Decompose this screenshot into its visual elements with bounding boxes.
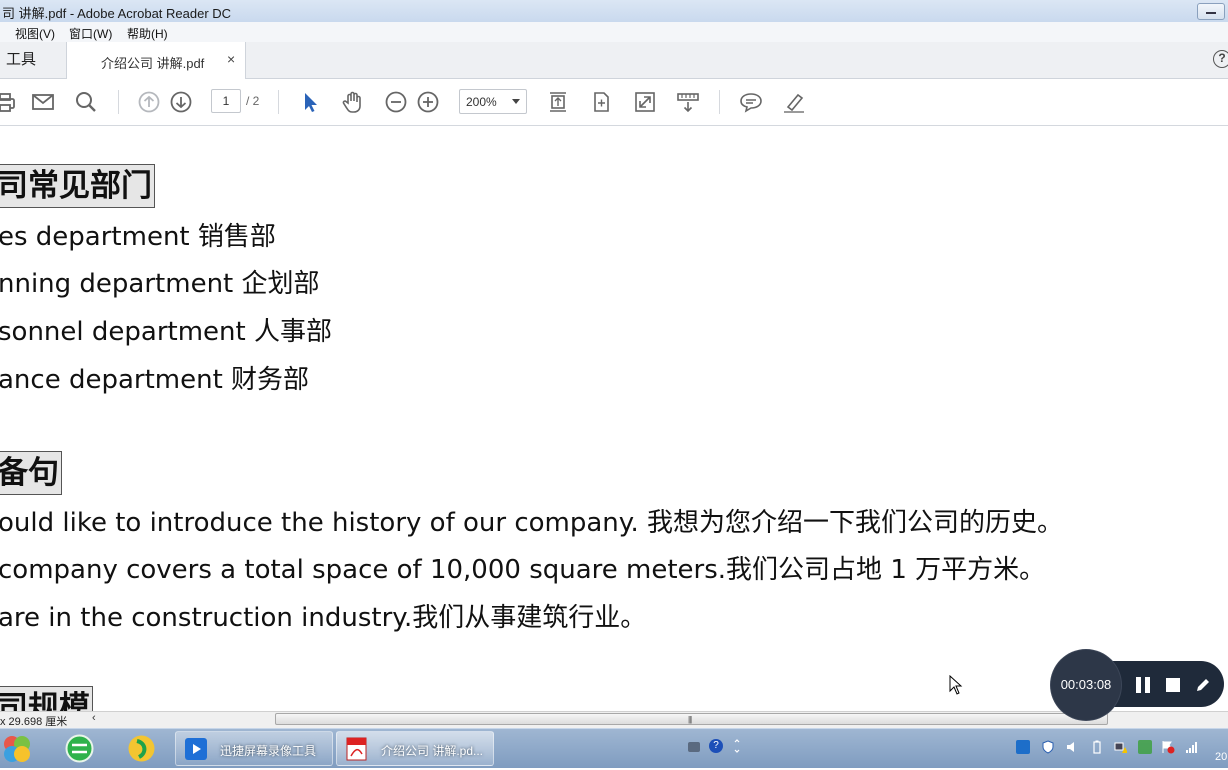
app-tray-icon[interactable] <box>1138 740 1152 754</box>
scroll-grip-icon: ||| <box>688 715 692 724</box>
minimize-button[interactable] <box>1197 3 1225 20</box>
page-size-label: x 29.698 厘米 <box>0 716 68 728</box>
fullscreen-icon[interactable] <box>632 89 658 115</box>
pdf-app-icon <box>345 737 369 761</box>
taskbar-app-recorder[interactable]: 迅捷屏幕录像工具 <box>175 731 333 766</box>
hand-icon[interactable] <box>340 89 366 115</box>
department-line: sonnel department 人事部 <box>0 317 332 347</box>
chevron-down-icon <box>512 99 520 104</box>
rotate-icon[interactable] <box>588 89 614 115</box>
window-title: 司 讲解.pdf - Adobe Acrobat Reader DC <box>2 6 232 21</box>
tab-document[interactable]: 介绍公司 讲解.pdf × <box>66 42 246 79</box>
department-line: es department 销售部 <box>0 222 276 252</box>
department-line: nning department 企划部 <box>0 269 320 299</box>
help-icon[interactable]: ? <box>1213 50 1228 68</box>
clock: 20 <box>1215 751 1228 763</box>
scroll-left-icon[interactable]: ‹ <box>92 712 96 724</box>
pen-icon[interactable] <box>1194 676 1212 694</box>
recorder-timer: 00:03:08 <box>1051 650 1121 720</box>
taskbar-app-acrobat[interactable]: 介绍公司 讲解.pd... <box>336 731 494 766</box>
tab-document-label: 介绍公司 讲解.pdf <box>101 56 205 71</box>
tab-bar: 工具 介绍公司 讲解.pdf × <box>0 42 1228 79</box>
taskbar-app-label: 迅捷屏幕录像工具 <box>220 744 317 758</box>
scroll-mode-icon[interactable] <box>675 89 701 115</box>
taskbar-app-label: 介绍公司 讲解.pd... <box>381 744 484 758</box>
select-cursor-icon[interactable] <box>297 89 323 115</box>
menu-bar: 视图(V) 窗口(W) 帮助(H) <box>0 22 1228 43</box>
network-warning-icon[interactable] <box>1113 740 1128 754</box>
tab-tools[interactable]: 工具 <box>0 42 66 78</box>
media-player-icon[interactable] <box>126 733 157 764</box>
menu-item-help[interactable]: 帮助(H) <box>127 25 168 42</box>
keyboard-icon[interactable] <box>688 742 700 752</box>
close-tab-icon[interactable]: × <box>227 51 235 67</box>
page-total: / 2 <box>246 94 260 108</box>
menu-item-window[interactable]: 窗口(W) <box>69 25 112 42</box>
title-bar: 司 讲解.pdf - Adobe Acrobat Reader DC <box>0 0 1228 23</box>
toolbar <box>0 79 1228 126</box>
signal-icon[interactable] <box>1185 740 1199 754</box>
section-heading-departments: 司常见部门 <box>0 164 155 208</box>
mouse-cursor-icon <box>949 674 963 695</box>
start-orb-icon[interactable] <box>1 733 33 765</box>
browser-icon[interactable] <box>64 733 95 764</box>
email-icon[interactable] <box>30 89 56 115</box>
section-heading-scale: 司规模 <box>0 686 93 712</box>
zoom-in-icon[interactable] <box>415 89 441 115</box>
document-view[interactable]: 司常见部门 es department 销售部 nning department… <box>0 126 1228 712</box>
recorder-app-icon <box>184 737 208 761</box>
next-page-icon[interactable] <box>168 89 194 115</box>
zoom-select[interactable]: 200% <box>459 89 527 114</box>
sentence-line: ould like to introduce the history of ou… <box>0 508 1063 538</box>
department-line: ance department 财务部 <box>0 365 310 395</box>
prev-page-icon[interactable] <box>136 89 162 115</box>
volume-icon[interactable] <box>1065 740 1079 754</box>
menu-item-view[interactable]: 视图(V) <box>15 25 55 42</box>
zoom-out-icon[interactable] <box>383 89 409 115</box>
horizontal-scrollbar-thumb[interactable]: ||| <box>275 713 1108 725</box>
sentence-line: company covers a total space of 10,000 s… <box>0 555 1046 585</box>
shield-icon[interactable] <box>1041 740 1055 754</box>
toolbar-separator <box>719 90 720 114</box>
tray-expand-icon[interactable] <box>734 738 740 754</box>
pause-icon[interactable] <box>1134 677 1152 693</box>
sentence-line: are in the construction industry.我们从事建筑行… <box>0 603 647 633</box>
comment-icon[interactable] <box>738 89 764 115</box>
help-tray-icon[interactable]: ? <box>709 739 723 753</box>
battery-icon[interactable] <box>1090 740 1104 754</box>
search-icon[interactable] <box>73 89 99 115</box>
stop-icon[interactable] <box>1166 678 1180 692</box>
flag-error-icon[interactable] <box>1161 740 1175 754</box>
toolbar-separator <box>118 90 119 114</box>
zoom-value: 200% <box>466 95 497 109</box>
fit-page-icon[interactable] <box>545 89 571 115</box>
toolbar-separator <box>278 90 279 114</box>
screen-capture-tray-icon[interactable] <box>1016 740 1030 754</box>
print-icon[interactable] <box>0 89 18 115</box>
page-number-input[interactable]: 1 <box>211 89 241 113</box>
highlight-pen-icon[interactable] <box>781 89 807 115</box>
section-heading-sentences: 备句 <box>0 451 62 495</box>
